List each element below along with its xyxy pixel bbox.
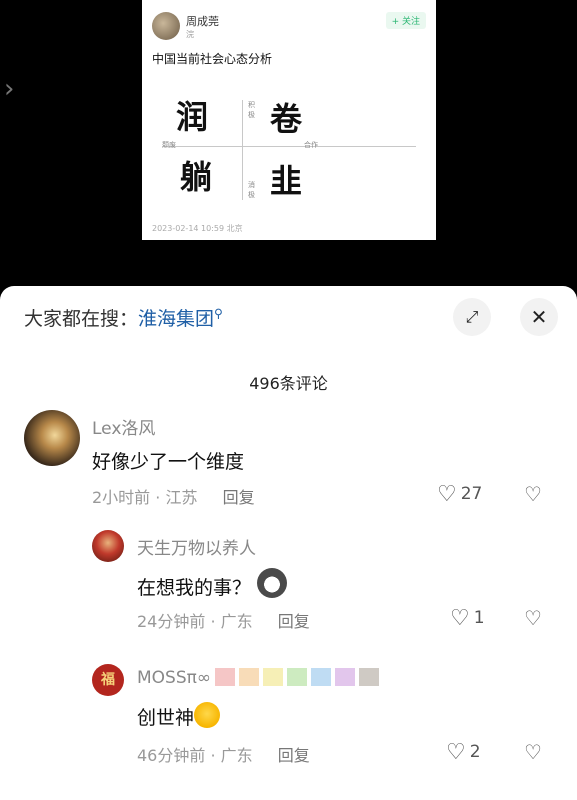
color-swatch	[215, 668, 236, 686]
dislike-button[interactable]: ♡	[524, 606, 542, 630]
axis-label-bottom: 消极	[248, 181, 255, 199]
post-timestamp: 2023-02-14 10:59 北京	[152, 224, 243, 233]
color-swatch	[311, 668, 332, 686]
dislike-button[interactable]: ♡	[524, 740, 542, 764]
avatar[interactable]	[92, 530, 124, 562]
color-swatch	[239, 668, 260, 686]
color-swatch	[335, 668, 356, 686]
like-count: 27	[460, 484, 483, 504]
comment-location: 广东	[220, 746, 253, 765]
comment-text-body: 创世神	[137, 707, 195, 729]
follow-button[interactable]: + 关注	[385, 12, 426, 29]
post-title: 中国当前社会心态分析	[152, 52, 273, 66]
trending-search-term[interactable]: 淮海集团	[138, 308, 214, 330]
heart-icon: ♡	[446, 740, 466, 765]
post-author-avatar	[152, 12, 180, 40]
reply-button[interactable]: 回复	[223, 488, 255, 507]
avatar[interactable]: 福	[92, 664, 124, 696]
quadrant-glyph-bottom-left: 躺	[180, 158, 213, 196]
like-button[interactable]: ♡ 1	[450, 606, 485, 631]
comment-meta: 24分钟前 · 广东 回复	[137, 608, 310, 632]
quadrant-horizontal-axis	[162, 146, 416, 147]
axis-label-right: 合作	[304, 141, 318, 149]
comment-location: 江苏	[165, 488, 198, 507]
dislike-button[interactable]: ♡	[524, 482, 542, 506]
like-button[interactable]: ♡ 2	[446, 740, 481, 765]
post-image: 周成莞 浣 + 关注 中国当前社会心态分析 积极 消极 颓废 合作 润 卷 躺 …	[142, 0, 436, 240]
close-button[interactable]: ✕	[520, 298, 558, 336]
husky-emoji-icon	[257, 568, 288, 598]
color-swatch	[359, 668, 380, 686]
heart-icon: ♡	[450, 606, 470, 631]
expand-button[interactable]: ⤢	[453, 298, 491, 336]
expand-icon: ⤢	[465, 307, 479, 326]
comment-author-name: MOSSπ∞	[137, 668, 212, 688]
trending-search[interactable]: 大家都在搜：淮海集团⚲	[24, 304, 223, 331]
color-swatch	[263, 668, 284, 686]
comment-time: 24分钟前	[137, 612, 206, 631]
axis-label-top: 积极	[248, 101, 255, 119]
quadrant-glyph-top-left: 润	[176, 98, 209, 136]
trending-search-prefix: 大家都在搜：	[24, 308, 139, 330]
comment-text-body: 在想我的事？	[137, 577, 252, 599]
comment-text: 在想我的事？	[137, 568, 288, 600]
comment-time: 46分钟前	[137, 746, 206, 765]
comment-author[interactable]: 天生万物以养人	[137, 534, 256, 559]
quadrant-glyph-bottom-right: 韭	[270, 162, 303, 200]
comment-meta: 46分钟前 · 广东 回复	[137, 742, 310, 766]
laughing-emoji-icon	[194, 702, 221, 728]
quadrant-glyph-top-right: 卷	[270, 100, 303, 138]
like-count: 2	[469, 742, 481, 762]
post-author-name: 周成莞	[186, 15, 219, 28]
reply-button[interactable]: 回复	[278, 612, 310, 631]
meta-separator: ·	[155, 488, 161, 507]
previous-chevron-icon[interactable]: ›	[4, 76, 14, 102]
quadrant-vertical-axis	[242, 100, 243, 200]
meta-separator: ·	[210, 746, 216, 765]
comment-time: 2小时前	[92, 488, 151, 507]
broken-heart-icon: ♡	[524, 740, 542, 764]
like-count: 1	[473, 608, 485, 628]
comment-count: 496条评论	[249, 374, 328, 393]
comment-author[interactable]: Lex洛风	[92, 414, 155, 439]
axis-label-left: 颓废	[162, 141, 176, 149]
like-button[interactable]: ♡ 27	[437, 482, 482, 507]
comment-location: 广东	[220, 612, 253, 631]
post-author-sub: 浣	[186, 30, 194, 39]
comment-sheet: 大家都在搜：淮海集团⚲ ⤢ ✕ 496条评论 Lex洛风 好像少了一个维度 2小…	[0, 286, 577, 800]
comment-text: 创世神	[137, 702, 221, 730]
broken-heart-icon: ♡	[524, 482, 542, 506]
color-swatches	[211, 668, 380, 688]
heart-icon: ♡	[437, 482, 457, 507]
comment-meta: 2小时前 · 江苏 回复	[92, 484, 255, 508]
comment-text: 好像少了一个维度	[92, 451, 245, 473]
comment-author[interactable]: MOSSπ∞	[137, 668, 380, 688]
color-swatch	[287, 668, 308, 686]
broken-heart-icon: ♡	[524, 606, 542, 630]
reply-button[interactable]: 回复	[278, 746, 310, 765]
meta-separator: ·	[210, 612, 216, 631]
avatar[interactable]	[24, 410, 80, 466]
close-icon: ✕	[530, 305, 548, 329]
search-icon: ⚲	[214, 306, 223, 321]
